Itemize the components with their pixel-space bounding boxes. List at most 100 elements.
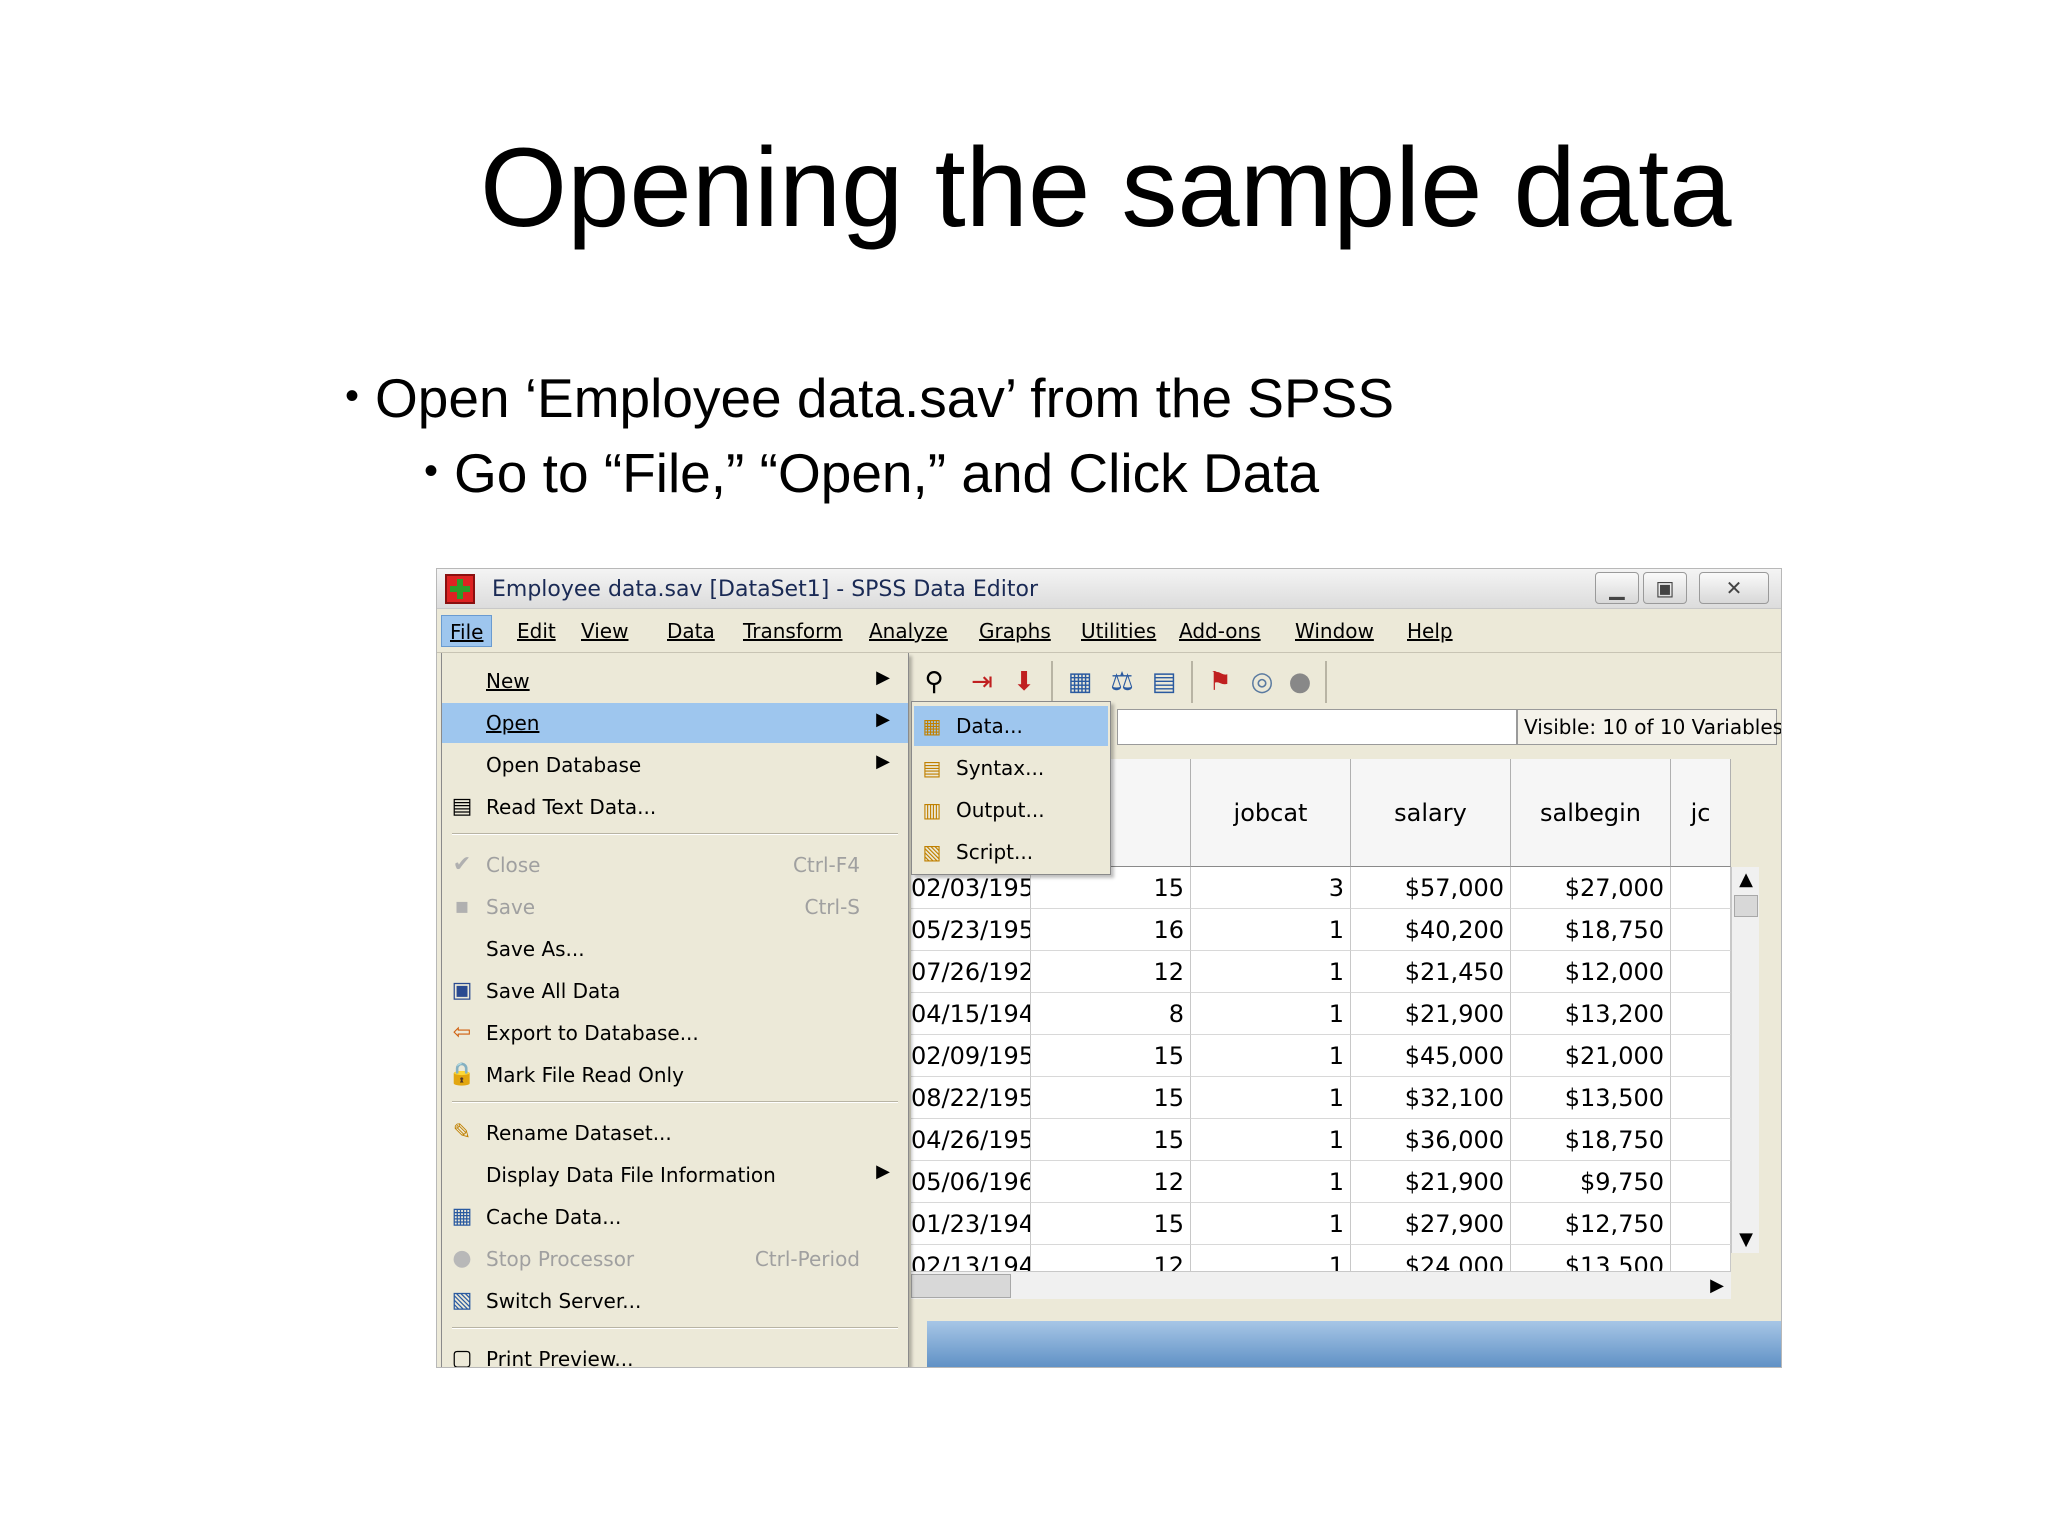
cell-jobcat[interactable]: 1 — [1191, 909, 1351, 951]
menu-item-save[interactable]: ▪ Save Ctrl-S — [442, 887, 908, 927]
column-header-salary[interactable]: salary — [1351, 759, 1511, 867]
cell-bdate[interactable]: 04/15/1947 — [911, 993, 1031, 1035]
menu-edit[interactable]: Edit — [509, 615, 564, 647]
cell-bdate[interactable]: 02/09/1955 — [911, 1035, 1031, 1077]
submenu-item-syntax[interactable]: ▤ Syntax... — [914, 748, 1108, 788]
cell-empty[interactable] — [1671, 993, 1731, 1035]
cell-value-box[interactable] — [1117, 709, 1517, 745]
cell-bdate[interactable]: 07/26/1929 — [911, 951, 1031, 993]
menu-item-close[interactable]: ✔ Close Ctrl-F4 — [442, 845, 908, 885]
cell-empty[interactable] — [1671, 1119, 1731, 1161]
cell-educ[interactable]: 12 — [1031, 951, 1191, 993]
submenu-item-script[interactable]: ▧ Script... — [914, 832, 1108, 872]
menu-item-save-as[interactable]: Save As... — [442, 929, 908, 969]
cell-jobcat[interactable]: 1 — [1191, 1077, 1351, 1119]
menu-item-cache-data[interactable]: ▦ Cache Data... — [442, 1197, 908, 1237]
use-sets-icon[interactable]: ◎ — [1245, 665, 1279, 699]
cell-educ[interactable]: 8 — [1031, 993, 1191, 1035]
cell-jobcat[interactable]: 1 — [1191, 1161, 1351, 1203]
cell-educ[interactable]: 12 — [1031, 1161, 1191, 1203]
show-all-variables-icon[interactable]: ● — [1283, 665, 1317, 699]
cell-empty[interactable] — [1671, 909, 1731, 951]
cell-salbegin[interactable]: $13,200 — [1511, 993, 1671, 1035]
cell-empty[interactable] — [1671, 1161, 1731, 1203]
menu-item-save-all-data[interactable]: ▣ Save All Data — [442, 971, 908, 1011]
cell-empty[interactable] — [1671, 1035, 1731, 1077]
cell-bdate[interactable]: 04/26/1956 — [911, 1119, 1031, 1161]
maximize-button[interactable]: ▣ — [1643, 572, 1687, 604]
menu-item-open[interactable]: Open ▶ — [442, 703, 908, 743]
insert-case-icon[interactable]: ⬇ — [1007, 665, 1041, 699]
cell-empty[interactable] — [1671, 1077, 1731, 1119]
goto-case-icon[interactable]: ⇥ — [965, 665, 999, 699]
menu-graphs[interactable]: Graphs — [971, 615, 1059, 647]
menu-view[interactable]: View — [573, 615, 636, 647]
menu-item-rename-dataset[interactable]: ✎ Rename Dataset... — [442, 1113, 908, 1153]
weight-cases-icon[interactable]: ⚖ — [1105, 665, 1139, 699]
select-cases-icon[interactable]: ▤ — [1147, 665, 1181, 699]
close-button[interactable]: ✕ — [1699, 572, 1769, 604]
column-header-jc[interactable]: jc — [1671, 759, 1731, 867]
menu-item-new[interactable]: New ▶ — [442, 661, 908, 701]
cell-salary[interactable]: $27,900 — [1351, 1203, 1511, 1245]
split-file-icon[interactable]: ▦ — [1063, 665, 1097, 699]
menu-help[interactable]: Help — [1399, 615, 1461, 647]
value-labels-icon[interactable]: ⚑ — [1203, 665, 1237, 699]
cell-educ[interactable]: 15 — [1031, 1077, 1191, 1119]
menu-item-export-to-database[interactable]: ⇦ Export to Database... — [442, 1013, 908, 1053]
minimize-button[interactable]: ▁ — [1595, 572, 1639, 604]
cell-bdate[interactable]: 01/23/1946 — [911, 1203, 1031, 1245]
cell-jobcat[interactable]: 1 — [1191, 1203, 1351, 1245]
cell-educ[interactable]: 15 — [1031, 1035, 1191, 1077]
menu-item-switch-server[interactable]: ▧ Switch Server... — [442, 1281, 908, 1321]
cell-bdate[interactable]: 05/23/1958 — [911, 909, 1031, 951]
submenu-item-data[interactable]: ▦ Data... — [914, 706, 1108, 746]
cell-salary[interactable]: $21,450 — [1351, 951, 1511, 993]
menu-item-stop-processor[interactable]: ● Stop Processor Ctrl-Period — [442, 1239, 908, 1279]
cell-salbegin[interactable]: $13,500 — [1511, 1077, 1671, 1119]
cell-jobcat[interactable]: 1 — [1191, 1035, 1351, 1077]
menu-utilities[interactable]: Utilities — [1073, 615, 1164, 647]
menu-window[interactable]: Window — [1287, 615, 1382, 647]
menu-data[interactable]: Data — [659, 615, 723, 647]
scroll-thumb[interactable] — [911, 1274, 1011, 1298]
cell-empty[interactable] — [1671, 951, 1731, 993]
vertical-scrollbar[interactable]: ▲ ▼ — [1731, 867, 1759, 1253]
cell-salary[interactable]: $40,200 — [1351, 909, 1511, 951]
menu-add-ons[interactable]: Add-ons — [1171, 615, 1269, 647]
cell-jobcat[interactable]: 3 — [1191, 867, 1351, 909]
menu-item-open-database[interactable]: Open Database ▶ — [442, 745, 908, 785]
cell-salbegin[interactable]: $12,750 — [1511, 1203, 1671, 1245]
cell-educ[interactable]: 16 — [1031, 909, 1191, 951]
horizontal-scrollbar[interactable]: ▶ — [911, 1271, 1731, 1299]
cell-empty[interactable] — [1671, 867, 1731, 909]
column-header-jobcat[interactable]: jobcat — [1191, 759, 1351, 867]
cell-educ[interactable]: 15 — [1031, 1203, 1191, 1245]
cell-salary[interactable]: $57,000 — [1351, 867, 1511, 909]
cell-salary[interactable]: $21,900 — [1351, 993, 1511, 1035]
cell-jobcat[interactable]: 1 — [1191, 951, 1351, 993]
menu-file[interactable]: File — [441, 615, 493, 647]
cell-jobcat[interactable]: 1 — [1191, 1119, 1351, 1161]
menu-item-display-data-file-information[interactable]: Display Data File Information ▶ — [442, 1155, 908, 1195]
menu-item-mark-file-read-only[interactable]: 🔒 Mark File Read Only — [442, 1055, 908, 1095]
cell-educ[interactable]: 15 — [1031, 1119, 1191, 1161]
cell-empty[interactable] — [1671, 1203, 1731, 1245]
cell-bdate[interactable]: 08/22/1958 — [911, 1077, 1031, 1119]
menu-item-read-text-data[interactable]: ▤ Read Text Data... — [442, 787, 908, 827]
cell-salary[interactable]: $21,900 — [1351, 1161, 1511, 1203]
scroll-right-arrow-icon[interactable]: ▶ — [1703, 1272, 1731, 1300]
menu-item-print-preview[interactable]: ▢ Print Preview... — [442, 1339, 908, 1367]
cell-salbegin[interactable]: $18,750 — [1511, 909, 1671, 951]
cell-salary[interactable]: $36,000 — [1351, 1119, 1511, 1161]
scroll-up-arrow-icon[interactable]: ▲ — [1732, 867, 1760, 893]
title-bar[interactable]: Employee data.sav [DataSet1] - SPSS Data… — [437, 569, 1781, 609]
scroll-thumb[interactable] — [1734, 895, 1758, 917]
cell-salbegin[interactable]: $27,000 — [1511, 867, 1671, 909]
scroll-down-arrow-icon[interactable]: ▼ — [1732, 1227, 1760, 1253]
cell-salbegin[interactable]: $12,000 — [1511, 951, 1671, 993]
cell-salbegin[interactable]: $18,750 — [1511, 1119, 1671, 1161]
find-icon[interactable]: ⚲ — [917, 665, 951, 699]
column-header-salbegin[interactable]: salbegin — [1511, 759, 1671, 867]
menu-analyze[interactable]: Analyze — [861, 615, 956, 647]
